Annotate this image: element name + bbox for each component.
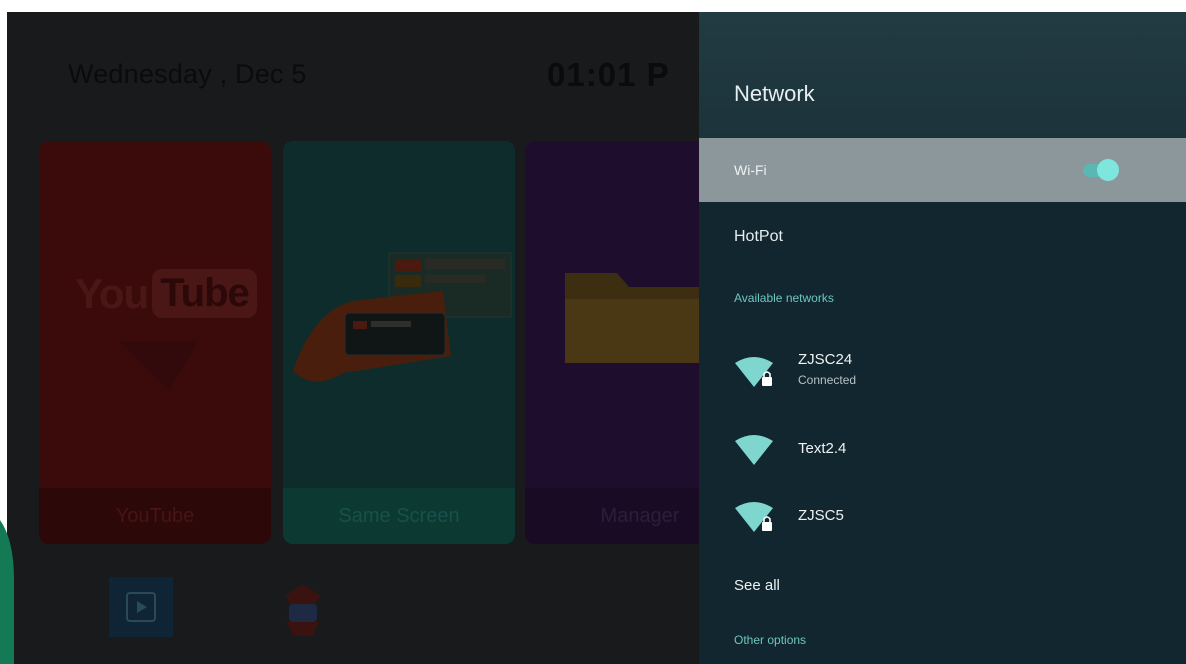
edge-accent-shape bbox=[0, 520, 14, 664]
robot-icon bbox=[285, 584, 321, 636]
panel-header: Network bbox=[699, 12, 1186, 138]
film-icon bbox=[126, 592, 156, 622]
wifi-locked-icon bbox=[735, 502, 773, 532]
bot-app-icon[interactable] bbox=[275, 582, 331, 643]
clock-display: 01:01 P bbox=[547, 56, 670, 93]
youtube-shadow-icon bbox=[119, 341, 199, 391]
hotspot-label: HotPot bbox=[734, 228, 783, 245]
wifi-toggle[interactable] bbox=[1079, 157, 1119, 183]
wifi-icon bbox=[735, 435, 773, 465]
media-player-icon[interactable] bbox=[109, 577, 173, 637]
youtube-logo: You Tube bbox=[75, 269, 257, 318]
youtube-logo-you: You bbox=[75, 269, 149, 317]
available-networks-heading: Available networks bbox=[734, 291, 834, 305]
other-options-heading: Other options bbox=[734, 633, 807, 647]
app-tile-youtube[interactable]: You Tube YouTube bbox=[39, 141, 271, 544]
app-tile-label: Same Screen bbox=[283, 488, 515, 544]
network-item[interactable]: ZJSC24 Connected bbox=[699, 345, 1186, 405]
see-all-label: See all bbox=[734, 577, 780, 594]
network-name: Text2.4 bbox=[798, 440, 847, 457]
youtube-logo-tube: Tube bbox=[152, 269, 257, 318]
toggle-knob bbox=[1097, 159, 1119, 181]
wifi-locked-icon bbox=[735, 357, 773, 387]
network-item[interactable]: ZJSC5 bbox=[699, 497, 1186, 557]
network-status: Connected bbox=[798, 373, 857, 387]
hotspot-row[interactable]: HotPot bbox=[699, 204, 1186, 264]
app-tile-same-screen[interactable]: Same Screen bbox=[283, 141, 515, 544]
panel-title: Network bbox=[734, 81, 815, 106]
network-panel: Network Wi-Fi HotPot Available networks … bbox=[699, 12, 1186, 664]
date-display: Wednesday , Dec 5 bbox=[68, 59, 307, 89]
network-name: ZJSC5 bbox=[798, 507, 844, 524]
wifi-label: Wi-Fi bbox=[734, 162, 767, 178]
wifi-row[interactable]: Wi-Fi bbox=[699, 138, 1186, 202]
screen-mirror-icon bbox=[293, 252, 512, 382]
network-item[interactable]: Text2.4 bbox=[699, 430, 1186, 490]
see-all-row[interactable]: See all bbox=[699, 567, 1186, 607]
network-name: ZJSC24 bbox=[798, 351, 853, 368]
app-tile-label: YouTube bbox=[39, 488, 271, 544]
